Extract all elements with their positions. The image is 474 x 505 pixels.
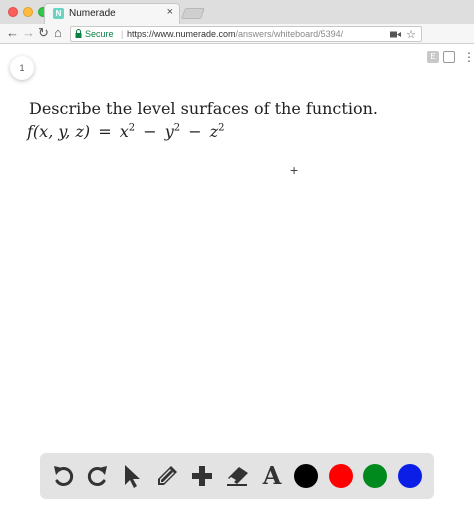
formula-term-x: x xyxy=(119,122,129,141)
numerade-favicon-icon: N xyxy=(53,8,64,19)
formula-minus-1: − xyxy=(143,122,157,141)
page-number-badge[interactable]: 1 xyxy=(10,56,34,80)
url-separator: | xyxy=(121,29,124,39)
browser-tab[interactable]: N Numerade × xyxy=(44,3,180,24)
formula-term-z: z xyxy=(209,122,219,141)
formula-lhs: f(x, y, z) xyxy=(27,122,91,141)
color-blue-swatch[interactable] xyxy=(398,464,422,488)
text-icon[interactable]: A xyxy=(259,462,285,490)
browser-menu-icon[interactable]: ⋮ xyxy=(463,50,474,64)
url-text[interactable]: https://www.numerade.com/answers/whitebo… xyxy=(127,29,343,39)
crosshair-cursor-icon: + xyxy=(290,162,299,178)
drawing-toolbar: A xyxy=(40,453,434,499)
lock-icon xyxy=(75,29,82,38)
color-green-swatch[interactable] xyxy=(363,464,387,488)
new-tab-button[interactable] xyxy=(180,8,206,19)
address-bar[interactable]: Secure | https://www.numerade.com/answer… xyxy=(70,26,422,42)
plus-icon[interactable] xyxy=(188,462,216,490)
redo-icon[interactable] xyxy=(83,462,111,490)
close-window-button[interactable] xyxy=(8,7,18,17)
question-text: Describe the level surfaces of the funct… xyxy=(29,99,378,118)
browser-toolbar: ← → ↻ ⌂ Secure | https://www.numerade.co… xyxy=(0,24,474,64)
tab-title: Numerade xyxy=(69,8,116,19)
camera-icon[interactable] xyxy=(390,30,401,39)
pencil-icon[interactable] xyxy=(153,462,181,490)
formula-exp-z: 2 xyxy=(218,122,225,134)
formula-minus-2: − xyxy=(188,122,202,141)
reload-icon[interactable]: ↻ xyxy=(38,25,49,41)
formula-exp-x: 2 xyxy=(128,122,136,134)
color-black-swatch[interactable] xyxy=(294,464,318,488)
home-icon[interactable]: ⌂ xyxy=(54,25,62,41)
extension-icon[interactable]: E xyxy=(427,51,439,63)
minimize-window-button[interactable] xyxy=(23,7,33,17)
function-formula: f(x, y, z) = x2 − y2 − z2 xyxy=(27,122,225,141)
tab-close-icon[interactable]: × xyxy=(167,6,173,18)
extension-square-icon[interactable] xyxy=(443,51,455,63)
formula-term-y: y xyxy=(164,122,174,141)
formula-equals: = xyxy=(98,122,112,141)
pointer-icon[interactable] xyxy=(117,462,145,490)
forward-arrow-icon[interactable]: → xyxy=(22,25,35,41)
secure-label: Secure xyxy=(85,29,114,39)
undo-icon[interactable] xyxy=(50,462,78,490)
url-base: https://www.numerade.com xyxy=(127,29,236,39)
eraser-icon[interactable] xyxy=(223,462,251,490)
browser-tabstrip: N Numerade × xyxy=(0,0,474,24)
back-arrow-icon[interactable]: ← xyxy=(6,25,19,41)
bookmark-star-icon[interactable]: ☆ xyxy=(406,28,416,41)
formula-exp-y: 2 xyxy=(173,122,181,134)
url-path: /answers/whiteboard/5394/ xyxy=(235,29,344,39)
color-red-swatch[interactable] xyxy=(329,464,353,488)
